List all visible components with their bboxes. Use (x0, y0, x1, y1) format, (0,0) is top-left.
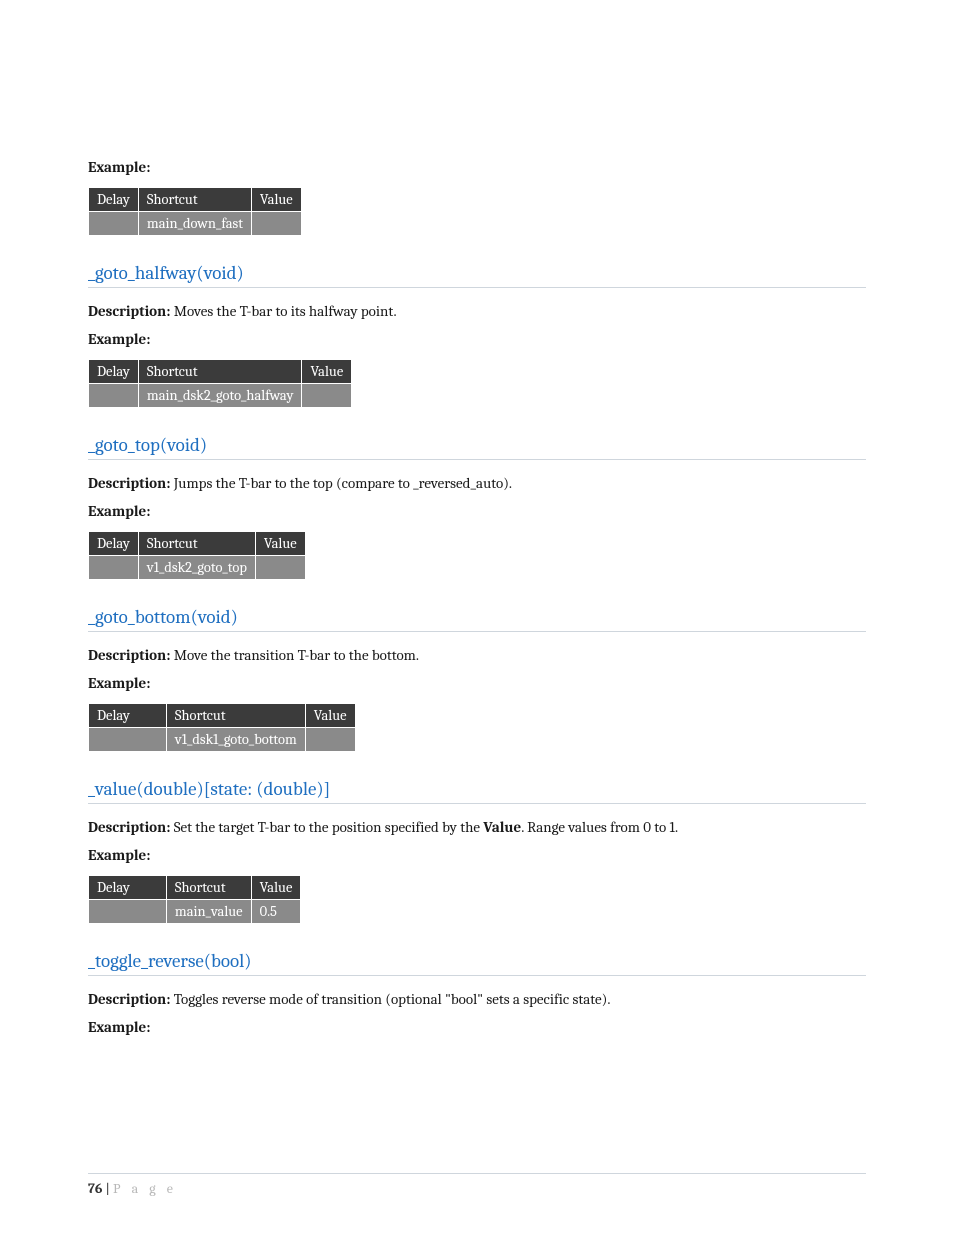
section-heading: _goto_bottom(void) (88, 606, 866, 632)
example-label: Example: (88, 672, 866, 695)
example-label-text: Example: (88, 502, 150, 520)
col-shortcut: Shortcut (138, 359, 302, 383)
example-label: Example: (88, 328, 866, 351)
table-row: v1_dsk2_goto_top (89, 555, 306, 579)
description: Description: Moves the T-bar to its half… (88, 300, 866, 323)
example-label: Example: (88, 1016, 866, 1039)
col-delay: Delay (89, 187, 139, 211)
cell-value (251, 211, 301, 235)
col-shortcut: Shortcut (166, 703, 305, 727)
col-delay: Delay (89, 703, 167, 727)
section-heading: _toggle_reverse(bool) (88, 950, 866, 976)
shortcut-table: DelayShortcutValuemain_down_fast (88, 187, 302, 236)
description-label: Description: (88, 646, 174, 664)
description: Description: Move the transition T-bar t… (88, 644, 866, 667)
description: Description: Jumps the T-bar to the top … (88, 472, 866, 495)
col-value: Value (251, 875, 301, 899)
description: Description: Set the target T-bar to the… (88, 816, 866, 839)
example-label-text: Example: (88, 1018, 150, 1036)
col-value: Value (251, 187, 301, 211)
col-delay: Delay (89, 359, 139, 383)
cell-delay (89, 727, 167, 751)
col-shortcut: Shortcut (166, 875, 251, 899)
example-label-text: Example: (88, 674, 150, 692)
col-value: Value (305, 703, 355, 727)
example-label-text: Example: (88, 846, 150, 864)
description-label: Description: (88, 990, 174, 1008)
shortcut-table: DelayShortcutValuemain_dsk2_goto_halfway (88, 359, 352, 408)
col-shortcut: Shortcut (138, 187, 251, 211)
cell-delay (89, 211, 139, 235)
shortcut-table: DelayShortcutValuev1_dsk2_goto_top (88, 531, 306, 580)
cell-value (302, 383, 352, 407)
cell-delay (89, 383, 139, 407)
col-value: Value (302, 359, 352, 383)
shortcut-table: DelayShortcutValuev1_dsk1_goto_bottom (88, 703, 356, 752)
page: Example:DelayShortcutValuemain_down_fast… (0, 0, 954, 1235)
col-shortcut: Shortcut (138, 531, 255, 555)
table-row: main_dsk2_goto_halfway (89, 383, 352, 407)
cell-shortcut: v1_dsk2_goto_top (138, 555, 255, 579)
description-bold-term: Value (483, 818, 521, 836)
cell-delay (89, 555, 139, 579)
cell-shortcut: main_dsk2_goto_halfway (138, 383, 302, 407)
cell-value (255, 555, 305, 579)
description-label: Description: (88, 302, 174, 320)
page-separator: | (102, 1180, 113, 1197)
cell-value: 0.5 (251, 899, 301, 923)
cell-shortcut: main_down_fast (138, 211, 251, 235)
table-row: main_value0.5 (89, 899, 301, 923)
page-footer: 76 | P a g e (88, 1173, 866, 1197)
col-delay: Delay (89, 531, 139, 555)
cell-value (305, 727, 355, 751)
example-label: Example: (88, 156, 866, 179)
example-label: Example: (88, 844, 866, 867)
col-value: Value (255, 531, 305, 555)
page-label: P a g e (113, 1180, 177, 1197)
table-row: main_down_fast (89, 211, 302, 235)
cell-shortcut: v1_dsk1_goto_bottom (166, 727, 305, 751)
shortcut-table: DelayShortcutValuemain_value0.5 (88, 875, 301, 924)
description: Description: Toggles reverse mode of tra… (88, 988, 866, 1011)
description-label: Description: (88, 818, 174, 836)
section-heading: _value(double)[state: (double)] (88, 778, 866, 804)
page-content: Example:DelayShortcutValuemain_down_fast… (88, 156, 866, 1039)
section-heading: _goto_top(void) (88, 434, 866, 460)
page-number: 76 (88, 1180, 102, 1197)
cell-delay (89, 899, 167, 923)
table-row: v1_dsk1_goto_bottom (89, 727, 356, 751)
example-label-text: Example: (88, 158, 150, 176)
example-label: Example: (88, 500, 866, 523)
example-label-text: Example: (88, 330, 150, 348)
description-label: Description: (88, 474, 174, 492)
cell-shortcut: main_value (166, 899, 251, 923)
col-delay: Delay (89, 875, 167, 899)
section-heading: _goto_halfway(void) (88, 262, 866, 288)
